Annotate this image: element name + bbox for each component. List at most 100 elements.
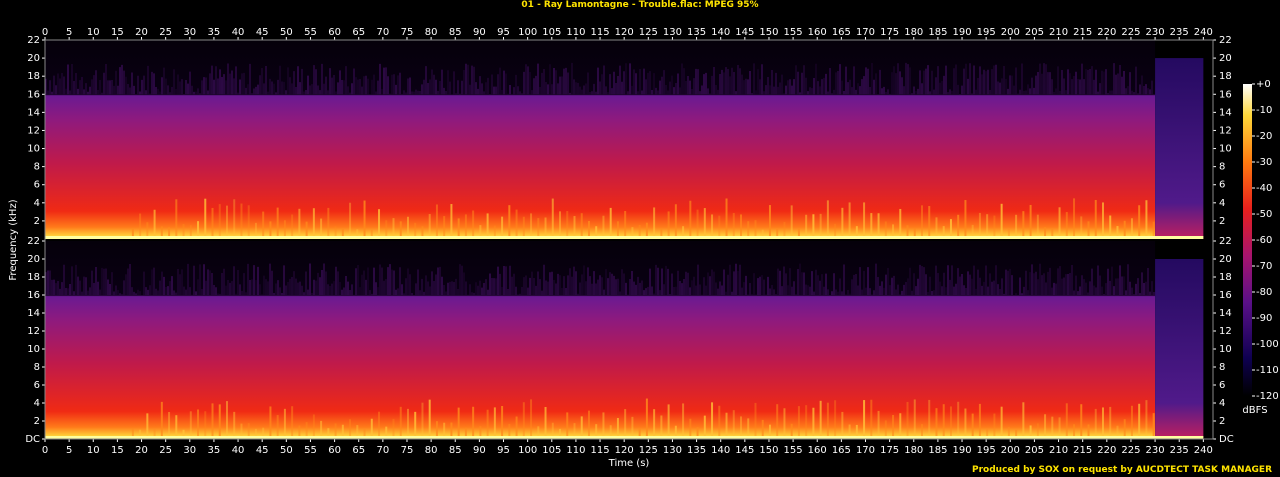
x-tick-label: 150 (759, 27, 778, 38)
lf-burst (175, 415, 178, 439)
y-tick-label: 12 (1219, 125, 1232, 136)
lf-burst (530, 213, 533, 239)
x-tick-label: 75 (401, 27, 414, 38)
colorbar-tick-label: -110 (1256, 365, 1279, 376)
lf-burst (711, 402, 714, 439)
spectrum-tail (1155, 58, 1204, 239)
lf-burst (392, 418, 395, 439)
lf-burst (740, 214, 743, 239)
y-tick-label: 4 (1219, 198, 1225, 209)
colorbar-tick-label: -30 (1256, 157, 1272, 168)
lf-burst (580, 416, 583, 439)
y-tick-label: 22 (27, 236, 40, 247)
lf-burst (225, 205, 228, 239)
lf-burst (472, 210, 475, 239)
lf-burst (276, 207, 279, 239)
lf-burst (291, 406, 294, 439)
x-tick-label: 125 (639, 27, 658, 38)
colorbar: +0 -10 -20 -30 -40 -50 -60 -70 -80 -90 -100 -110 -12… (1242, 79, 1278, 416)
lf-burst (1022, 402, 1025, 439)
lf-burst (544, 406, 547, 439)
y-tick-label: 20 (1219, 254, 1232, 265)
lf-burst (1138, 205, 1141, 239)
x-tick-label: 145 (735, 445, 754, 456)
lf-burst (624, 210, 627, 239)
dc-band (45, 236, 1204, 239)
x-tick-label: 50 (280, 445, 293, 456)
lf-burst (139, 213, 142, 239)
y-tick-label: 2 (1219, 416, 1225, 427)
y-tick-label: 20 (1219, 53, 1232, 64)
lf-burst (978, 212, 981, 239)
x-tick-label: 35 (208, 27, 221, 38)
lf-burst (718, 405, 721, 439)
x-tick-label: 35 (208, 445, 221, 456)
lf-burst (899, 413, 902, 439)
y-tick-label: 4 (34, 198, 40, 209)
x-tick-label: 145 (735, 27, 754, 38)
lf-burst (790, 205, 793, 239)
x-tick-label: 15 (111, 445, 124, 456)
lf-burst (501, 216, 504, 239)
x-tick-label: 185 (928, 27, 947, 38)
lf-burst (986, 214, 989, 239)
y-tick-label: 8 (1219, 162, 1225, 173)
lf-burst (262, 211, 265, 239)
x-tick-label: 20 (135, 27, 148, 38)
x-tick-label: 120 (615, 27, 634, 38)
lf-burst (906, 401, 909, 439)
x-tick-label: 60 (328, 445, 341, 456)
y-tick-label: 14 (27, 107, 40, 118)
lf-burst (1058, 417, 1061, 439)
lf-burst (689, 418, 692, 439)
lf-burst (457, 407, 460, 439)
lf-burst (1036, 214, 1039, 239)
spectrogram-chart: 2 24 46 68 810 1012 1214 1416 1618 1820 2022 22DC DC… (8, 27, 1279, 469)
spectrum-tail (1155, 259, 1204, 439)
lf-burst (283, 408, 286, 439)
lf-burst (233, 199, 236, 239)
lf-burst (566, 412, 569, 439)
lf-burst (522, 216, 525, 239)
lf-burst (1094, 199, 1097, 239)
lf-burst (993, 215, 996, 239)
lf-burst (819, 213, 822, 239)
x-tick-label: 140 (711, 27, 730, 38)
x-tick-label: 155 (784, 445, 803, 456)
lf-burst (1130, 218, 1133, 239)
x-tick-label: 55 (304, 445, 317, 456)
lf-burst (696, 209, 699, 239)
lf-burst (812, 407, 815, 439)
x-tick-label: 200 (1001, 27, 1020, 38)
lf-burst (653, 409, 656, 439)
x-tick-label: 170 (856, 27, 875, 38)
colorbar-label: dBFS (1242, 405, 1267, 416)
y-tick-label: 2 (34, 416, 40, 427)
y-tick-label: 6 (1219, 180, 1225, 191)
y-axis-label: Frequency (kHz) (8, 199, 19, 280)
x-tick-label: 10 (87, 445, 100, 456)
y-tick-label: 10 (27, 144, 40, 155)
lf-burst (493, 407, 496, 439)
lf-burst (1080, 404, 1083, 439)
lf-burst (1058, 207, 1061, 239)
lf-burst (312, 414, 315, 439)
lf-burst (501, 405, 504, 439)
y-tick-label: DC (1219, 434, 1234, 445)
lf-burst (754, 402, 757, 439)
lf-burst (1000, 406, 1003, 439)
lf-burst (544, 217, 547, 239)
lf-burst (1109, 406, 1112, 439)
x-tick-label: 55 (304, 27, 317, 38)
lf-burst (349, 202, 352, 239)
lf-burst (435, 204, 438, 239)
lf-burst (240, 203, 243, 239)
lf-burst (428, 214, 431, 239)
x-tick-label: 135 (687, 27, 706, 38)
y-tick-label: 4 (1219, 398, 1225, 409)
lf-burst (826, 200, 829, 239)
lf-burst (1051, 416, 1054, 439)
lf-burst (602, 215, 605, 239)
colorbar-tick-label: -70 (1256, 261, 1272, 272)
lf-burst (1101, 407, 1104, 439)
